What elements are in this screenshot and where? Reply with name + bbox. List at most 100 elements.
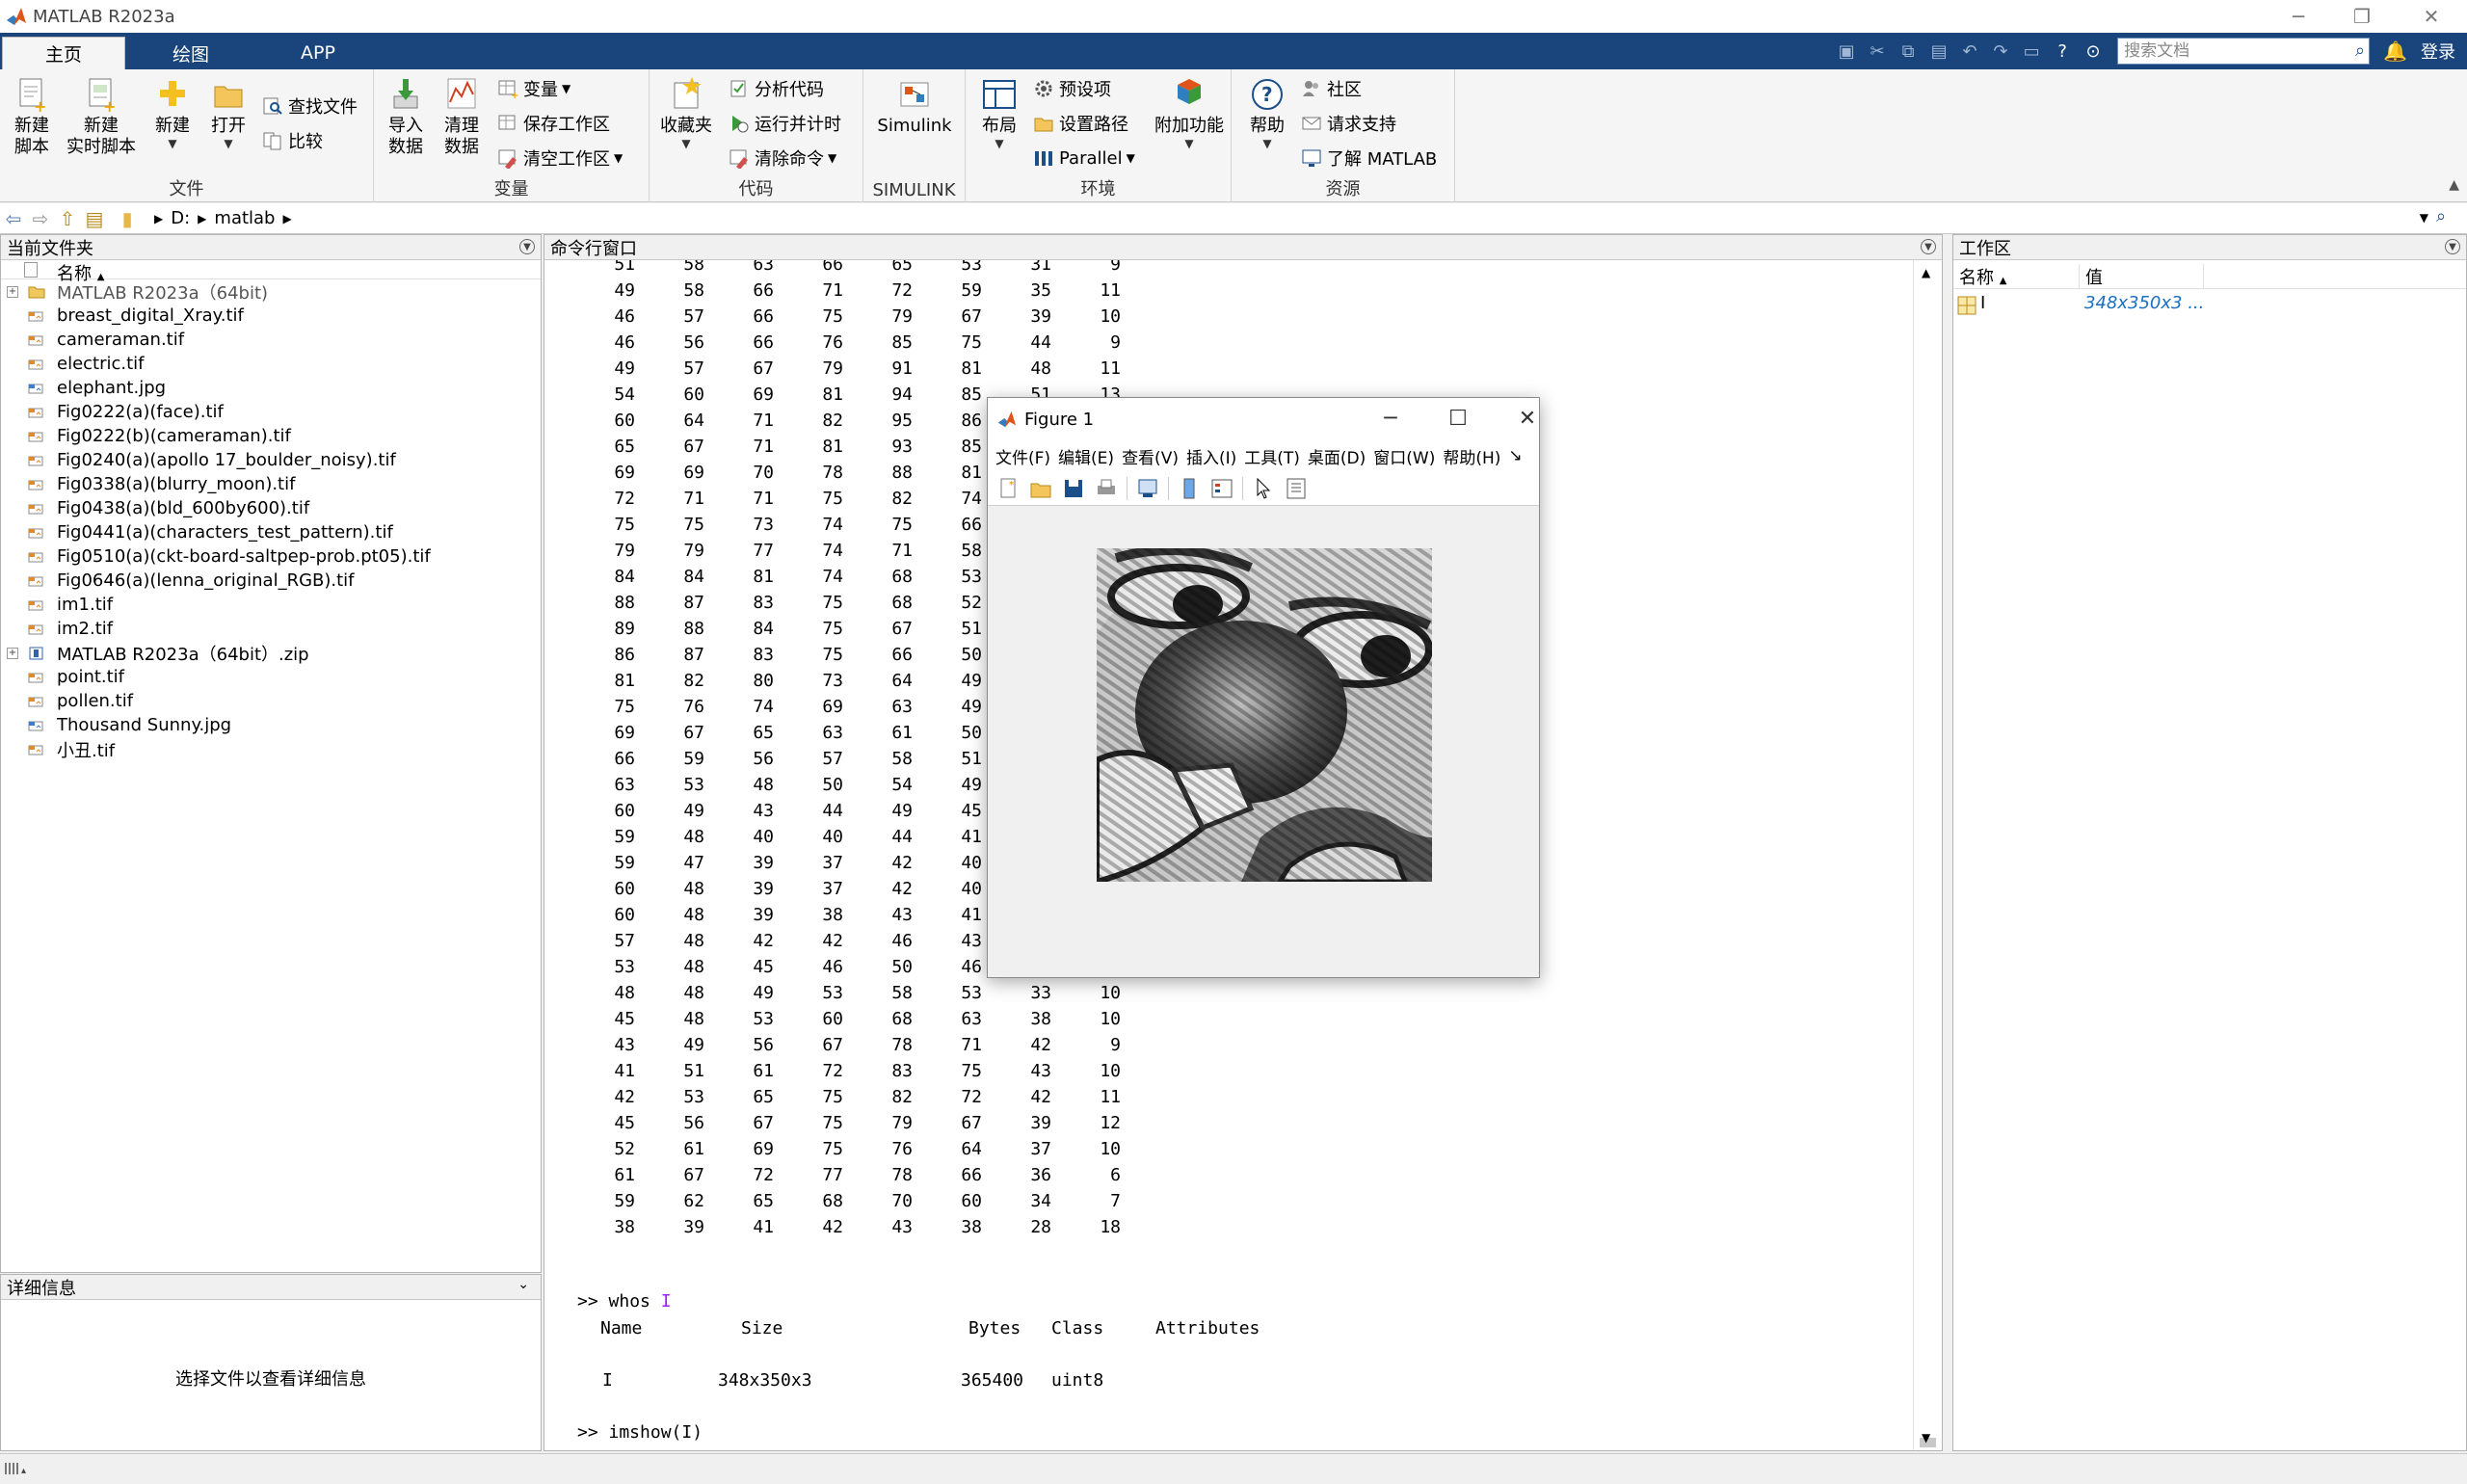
file-list-item[interactable]: elephant.jpg [1, 376, 541, 400]
find-files-button[interactable]: 查找文件 [262, 93, 358, 119]
search-input[interactable] [2124, 41, 2337, 61]
help-icon[interactable]: ? [2050, 39, 2075, 64]
figure-menu-help[interactable]: 帮助(H) [1443, 444, 1500, 468]
figure-menu-desktop[interactable]: 桌面(D) [1308, 444, 1366, 468]
figure-title-bar[interactable]: Figure 1 ─ ☐ ✕ [988, 398, 1539, 440]
save-figure-icon[interactable] [1061, 476, 1086, 501]
file-list-item[interactable]: Fig0240(a)(apollo 17_boulder_noisy).tif [1, 448, 541, 472]
edit-plot-pointer-icon[interactable] [1251, 476, 1276, 501]
status-resize-grip-icon[interactable]: ▴ [4, 1460, 33, 1477]
breadcrumb-folder[interactable]: matlab [214, 208, 275, 228]
search-icon[interactable]: ⌕ [2355, 40, 2365, 61]
file-list-item[interactable]: Fig0441(a)(characters_test_pattern).tif [1, 520, 541, 544]
new-button[interactable]: 新建 ▼ [143, 75, 202, 150]
clean-data-button[interactable]: 清理 数据 [432, 75, 491, 158]
layout-button[interactable]: 布局 ▼ [969, 75, 1029, 150]
function-browser-icon[interactable]: fx [544, 1447, 565, 1450]
scroll-down-icon[interactable]: ▼ [1922, 1431, 1930, 1444]
file-list-item[interactable]: + MATLAB R2023a（64bit) [1, 279, 541, 304]
open-file-icon[interactable] [1028, 476, 1053, 501]
cut-icon[interactable]: ✂ [1865, 39, 1890, 64]
breadcrumb-drive[interactable]: D: [171, 208, 190, 228]
panel-actions-icon[interactable]: ▼ [519, 239, 535, 254]
collapse-details-icon[interactable]: ⌄ [517, 1277, 529, 1292]
up-folder-icon[interactable]: ⇧ [54, 205, 81, 232]
switch-windows-icon[interactable]: ▭ [2019, 39, 2044, 64]
print-icon[interactable] [1094, 476, 1119, 501]
figure-menu-insert[interactable]: 插入(I) [1186, 444, 1236, 468]
file-list-item[interactable]: + MATLAB R2023a（64bit）.zip [1, 641, 541, 665]
import-data-button[interactable]: 导入 数据 [376, 75, 436, 158]
customize-icon[interactable]: ⊙ [2081, 39, 2106, 64]
figure-menu-view[interactable]: 查看(V) [1122, 444, 1179, 468]
insert-colorbar-icon[interactable] [1177, 476, 1202, 501]
file-list-item[interactable]: cameraman.tif [1, 328, 541, 352]
figure-minimize-button[interactable]: ─ [1369, 404, 1412, 433]
file-list-item[interactable]: electric.tif [1, 352, 541, 376]
expand-icon[interactable]: + [7, 647, 18, 659]
figure-menu-overflow-icon[interactable]: ↘ [1508, 446, 1522, 465]
file-list-item[interactable]: Thousand Sunny.jpg [1, 713, 541, 737]
file-list-item[interactable]: point.tif [1, 665, 541, 689]
figure-menu-file[interactable]: 文件(F) [995, 444, 1050, 468]
favorites-button[interactable]: 收藏夹 ▼ [653, 75, 719, 150]
redo-icon[interactable]: ↷ [1988, 39, 2013, 64]
file-list-item[interactable]: Fig0646(a)(lenna_original_RGB).tif [1, 569, 541, 593]
learn-matlab-button[interactable]: 了解 MATLAB [1301, 145, 1437, 172]
workspace-column-name[interactable]: 名称 ▲ [1959, 264, 2006, 289]
file-list-item[interactable]: Fig0510(a)(ckt-board-saltpep-prob.pt05).… [1, 544, 541, 569]
notification-bell-icon[interactable]: 🔔 [2383, 40, 2407, 63]
figure-window[interactable]: Figure 1 ─ ☐ ✕ 文件(F) 编辑(E) 查看(V) 插入(I) 工… [987, 397, 1540, 978]
minimize-button[interactable]: ─ [2267, 0, 2330, 33]
open-button[interactable]: 打开 ▼ [199, 75, 258, 150]
figure-menu-tools[interactable]: 工具(T) [1244, 444, 1300, 468]
figure-close-button[interactable]: ✕ [1506, 404, 1549, 433]
figure-menu-edit[interactable]: 编辑(E) [1058, 444, 1114, 468]
figure-maximize-button[interactable]: ☐ [1437, 404, 1479, 433]
simulink-button[interactable]: Simulink [871, 75, 958, 137]
tab-apps[interactable]: APP [256, 37, 380, 69]
sign-in-link[interactable]: 登录 [2421, 39, 2455, 64]
command-window-scrollbar[interactable]: ▲ ▼ [1913, 260, 1942, 1450]
new-live-script-button[interactable]: + 新建 实时脚本 [64, 75, 139, 158]
forward-icon[interactable]: ⇨ [27, 205, 54, 232]
file-list-item[interactable]: pollen.tif [1, 689, 541, 713]
search-folder-icon[interactable]: ⌕ [2436, 206, 2459, 229]
expand-icon[interactable]: + [7, 285, 18, 298]
add-ons-button[interactable]: 附加功能 ▼ [1151, 75, 1228, 150]
panel-actions-icon[interactable]: ▼ [1921, 239, 1936, 254]
file-list-item[interactable]: 小丑.tif [1, 737, 541, 761]
new-script-button[interactable]: + 新建 脚本 [2, 75, 62, 158]
collapse-ribbon-icon[interactable]: ▲ [2449, 177, 2459, 193]
analyze-code-button[interactable]: 分析代码 [729, 75, 824, 102]
variable-button[interactable]: + 变量 ▼ [497, 75, 570, 102]
file-list-item[interactable]: Fig0438(a)(bld_600by600).tif [1, 496, 541, 520]
property-inspector-icon[interactable] [1284, 476, 1309, 501]
tab-home[interactable]: 主页 [2, 37, 125, 69]
save-workspace-button[interactable]: 保存工作区 [497, 110, 610, 137]
address-dropdown-icon[interactable]: ▼ [2420, 211, 2428, 225]
scroll-up-icon[interactable]: ▲ [1922, 266, 1930, 279]
restore-button[interactable]: ❐ [2330, 0, 2394, 33]
clear-commands-button[interactable]: 清除命令 ▼ [729, 145, 836, 172]
browse-folder-icon[interactable]: ▤ [81, 205, 108, 232]
preferences-button[interactable]: 预设项 [1033, 75, 1111, 102]
search-documentation[interactable]: ⌕ [2117, 38, 2371, 65]
save-icon[interactable]: ▣ [1834, 39, 1859, 64]
tab-plots[interactable]: 绘图 [129, 37, 252, 69]
workspace-column-value[interactable]: 值 [2079, 264, 2204, 288]
close-button[interactable]: ✕ [2400, 0, 2463, 33]
paste-icon[interactable]: ▤ [1926, 39, 1951, 64]
file-list-item[interactable]: Fig0338(a)(blurry_moon).tif [1, 472, 541, 496]
help-button[interactable]: ? 帮助 ▼ [1237, 75, 1297, 150]
clear-workspace-button[interactable]: 清空工作区 ▼ [497, 145, 623, 172]
file-list-item[interactable]: im1.tif [1, 593, 541, 617]
file-list-item[interactable]: Fig0222(a)(face).tif [1, 400, 541, 424]
compare-button[interactable]: 比较 [262, 127, 323, 154]
panel-actions-icon[interactable]: ▼ [2445, 239, 2460, 254]
copy-icon[interactable]: ⧉ [1896, 39, 1921, 64]
parallel-button[interactable]: Parallel ▼ [1033, 145, 1135, 172]
insert-legend-icon[interactable] [1209, 476, 1234, 501]
command-prompt[interactable]: >> [577, 1449, 598, 1450]
workspace-var-row[interactable]: I 348x350x3 ... [1953, 293, 2466, 318]
